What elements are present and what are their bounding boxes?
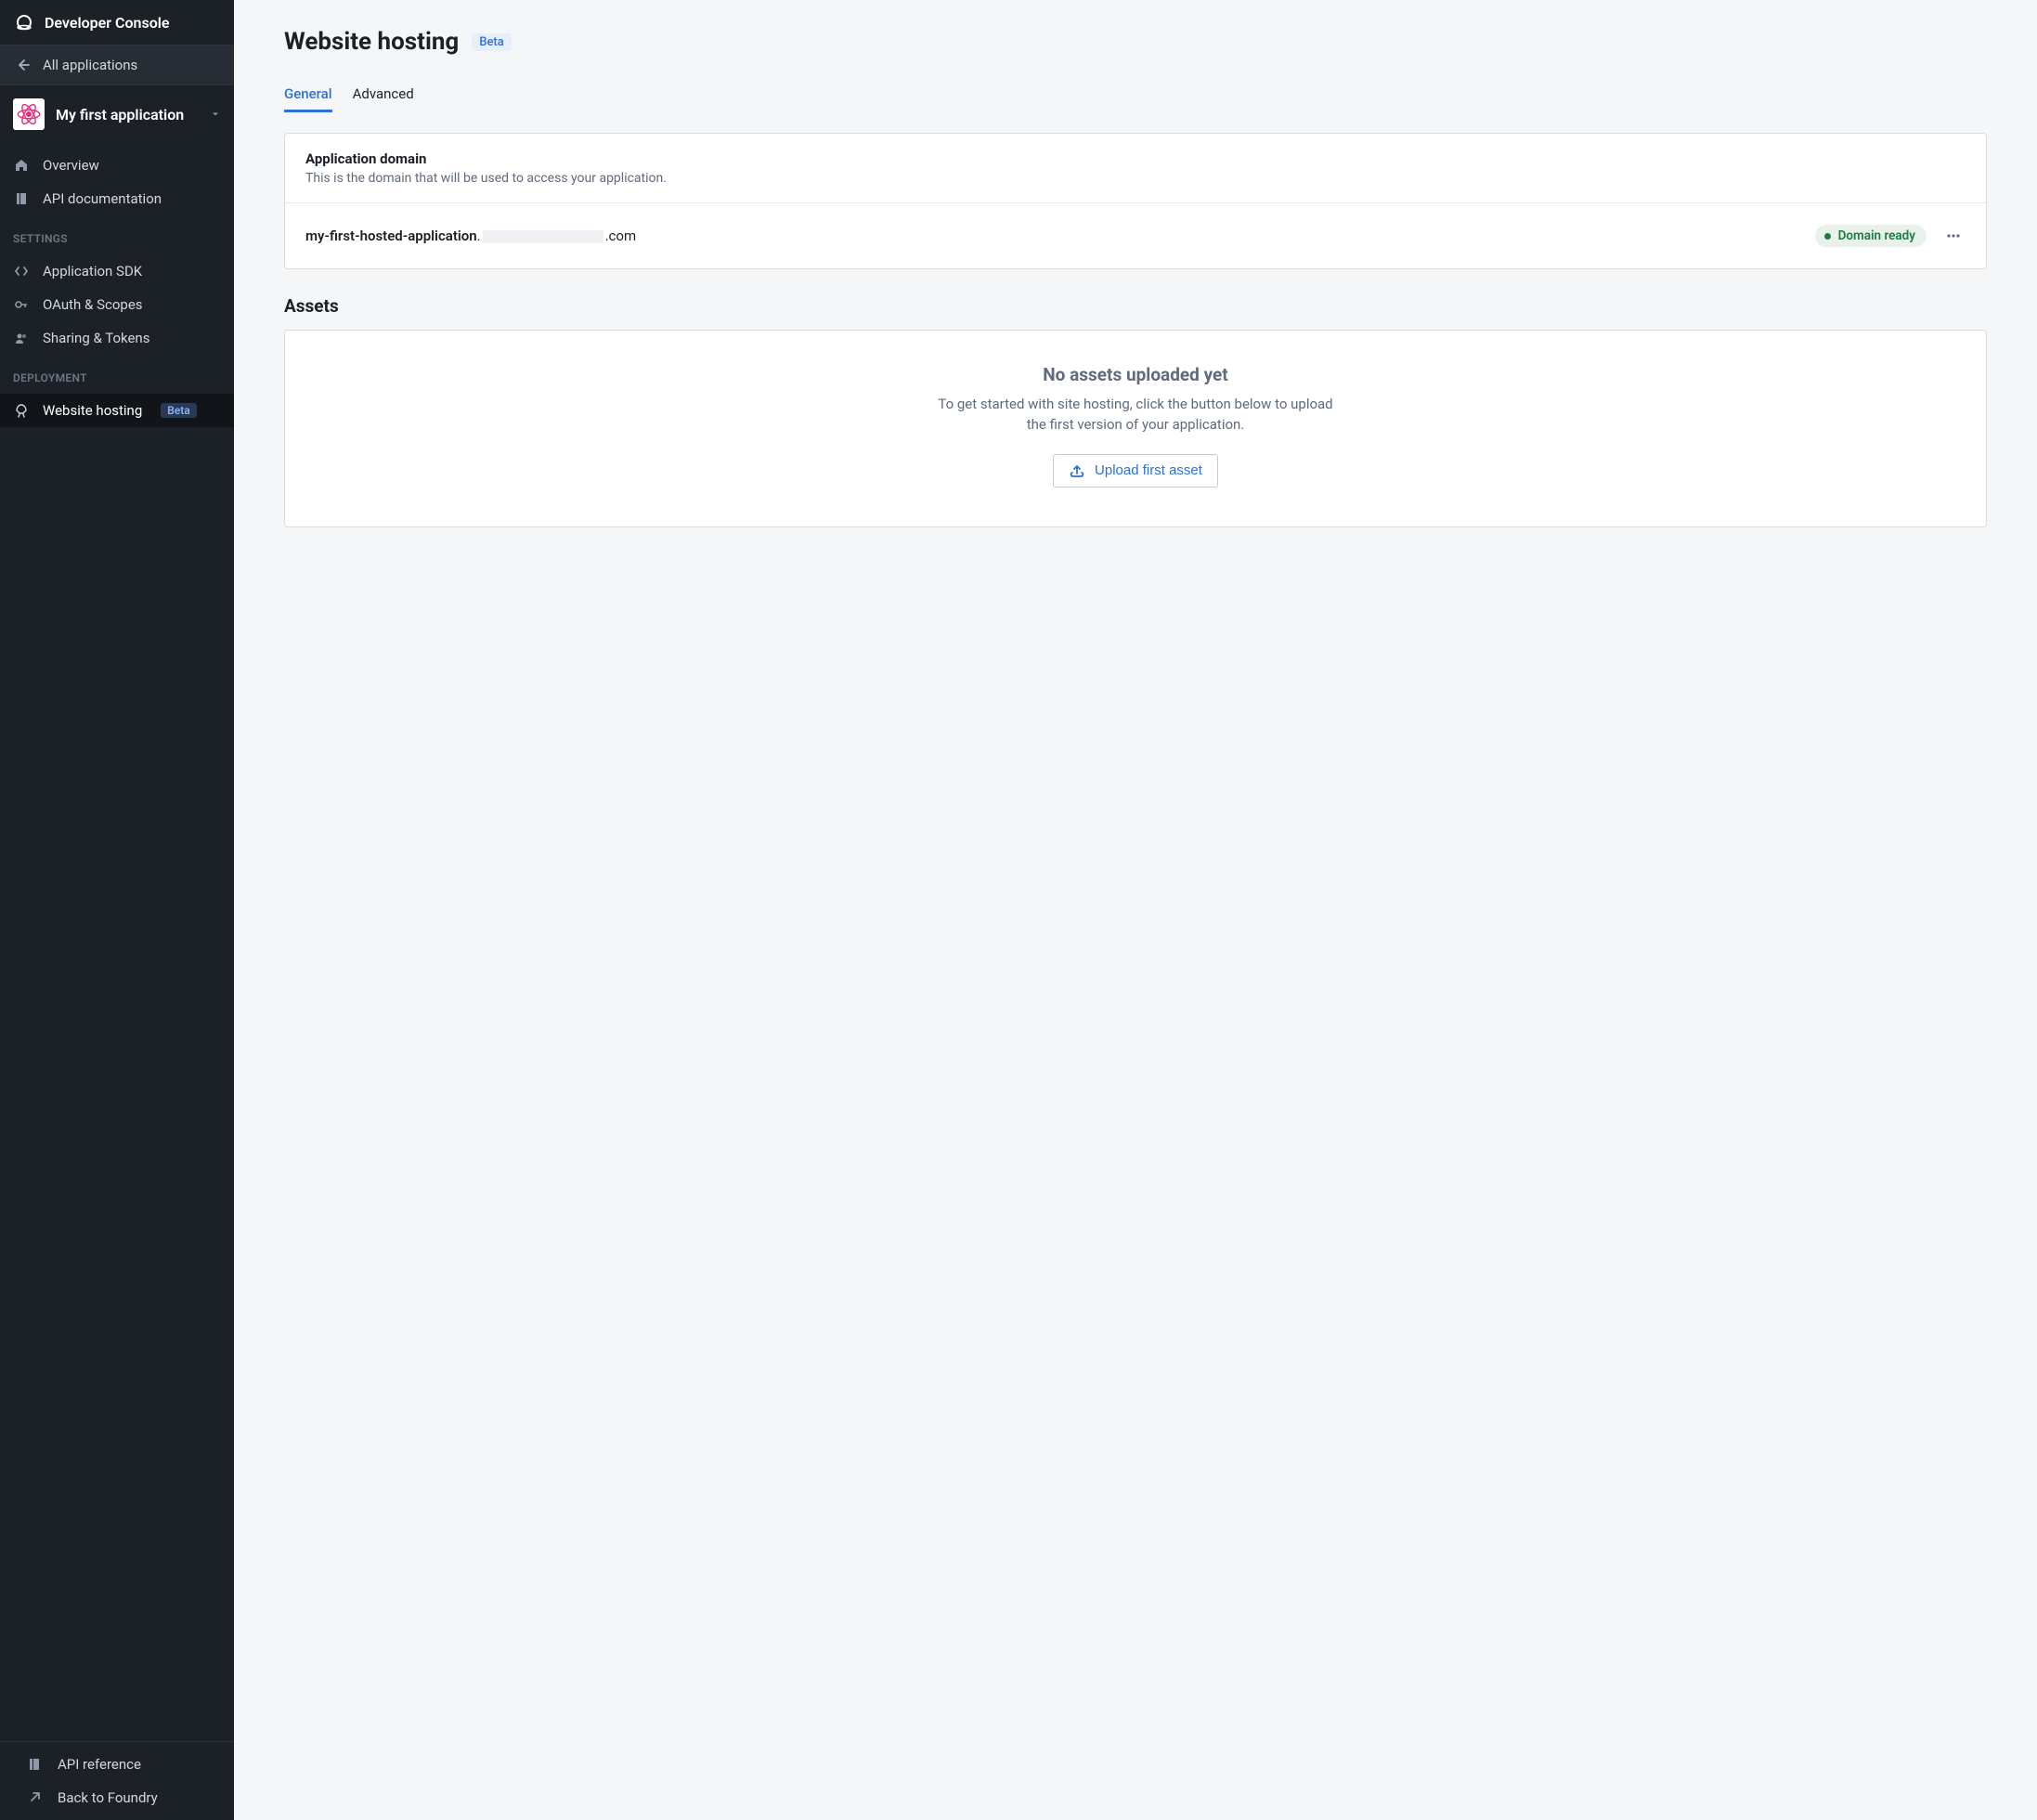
empty-desc: To get started with site hosting, click …	[931, 395, 1340, 436]
domain-dot: .	[477, 228, 481, 244]
domain-text: my-first-hosted-application. .com	[305, 228, 636, 244]
sidebar-item-website-hosting[interactable]: Website hosting Beta	[0, 394, 234, 427]
application-selector[interactable]: My first application	[0, 85, 234, 143]
key-icon	[13, 296, 30, 313]
upload-button-label: Upload first asset	[1095, 462, 1202, 478]
upload-icon	[1069, 462, 1085, 479]
sidebar-item-sharing[interactable]: Sharing & Tokens	[0, 321, 234, 355]
tabs: General Advanced	[284, 78, 1987, 112]
page-title: Website hosting	[284, 28, 459, 56]
status-dot-icon	[1824, 233, 1831, 240]
sidebar-item-label: Application SDK	[43, 263, 142, 280]
domain-card-body: my-first-hosted-application. .com Domain …	[285, 203, 1986, 268]
status-label: Domain ready	[1838, 228, 1915, 243]
sidebar: Developer Console All applications My fi…	[0, 0, 234, 1820]
footer-link-label: Back to Foundry	[58, 1789, 158, 1806]
footer-back-to-foundry[interactable]: Back to Foundry	[0, 1781, 234, 1814]
book-icon	[26, 1756, 43, 1773]
sidebar-item-label: OAuth & Scopes	[43, 296, 143, 313]
console-title: Developer Console	[45, 14, 170, 32]
status-badge: Domain ready	[1815, 225, 1927, 247]
sidebar-item-label: Overview	[43, 157, 99, 174]
back-label: All applications	[43, 57, 137, 73]
beta-badge: Beta	[161, 403, 196, 418]
tab-general[interactable]: General	[284, 78, 332, 112]
domain-card-header: Application domain This is the domain th…	[285, 134, 1986, 203]
sidebar-item-sdk[interactable]: Application SDK	[0, 254, 234, 288]
domain-redacted	[483, 230, 603, 243]
book-icon	[13, 190, 30, 207]
domain-card-desc: This is the domain that will be used to …	[305, 171, 1966, 186]
section-title-settings: SETTINGS	[0, 215, 234, 254]
back-to-all-applications[interactable]: All applications	[0, 46, 234, 85]
sidebar-item-label: Sharing & Tokens	[43, 330, 149, 346]
application-icon	[13, 98, 45, 130]
footer-api-reference[interactable]: API reference	[0, 1748, 234, 1781]
sidebar-header: Developer Console	[0, 0, 234, 46]
arrow-left-icon	[15, 58, 30, 72]
people-icon	[13, 330, 30, 346]
main-content: Website hosting Beta General Advanced Ap…	[234, 0, 2037, 1820]
assets-empty-card: No assets uploaded yet To get started wi…	[284, 330, 1987, 527]
sidebar-item-oauth[interactable]: OAuth & Scopes	[0, 288, 234, 321]
application-name: My first application	[56, 106, 199, 124]
page-header: Website hosting Beta	[284, 28, 1987, 56]
code-icon	[13, 263, 30, 280]
more-menu-button[interactable]	[1941, 224, 1966, 248]
domain-right: Domain ready	[1815, 224, 1966, 248]
sidebar-footer: API reference Back to Foundry	[0, 1741, 234, 1820]
beta-badge: Beta	[472, 33, 512, 51]
sidebar-item-label: Website hosting	[43, 402, 142, 419]
domain-tld: .com	[605, 228, 637, 244]
console-logo-icon	[15, 13, 33, 32]
empty-title: No assets uploaded yet	[322, 364, 1949, 385]
rocket-icon	[13, 402, 30, 419]
sidebar-item-overview[interactable]: Overview	[0, 149, 234, 182]
domain-card: Application domain This is the domain th…	[284, 133, 1987, 269]
sidebar-item-label: API documentation	[43, 190, 162, 207]
sidebar-item-api-docs[interactable]: API documentation	[0, 182, 234, 215]
home-icon	[13, 157, 30, 174]
section-title-deployment: DEPLOYMENT	[0, 355, 234, 394]
tab-advanced[interactable]: Advanced	[353, 78, 414, 112]
assets-section-title: Assets	[284, 295, 1987, 317]
domain-subdomain: my-first-hosted-application	[305, 228, 477, 244]
upload-first-asset-button[interactable]: Upload first asset	[1053, 454, 1218, 488]
more-horizontal-icon	[1945, 228, 1962, 244]
caret-down-icon	[210, 109, 221, 120]
domain-card-title: Application domain	[305, 150, 1966, 167]
footer-link-label: API reference	[58, 1756, 141, 1773]
sidebar-nav: Overview API documentation SETTINGS Appl…	[0, 143, 234, 1741]
external-link-icon	[26, 1789, 43, 1806]
